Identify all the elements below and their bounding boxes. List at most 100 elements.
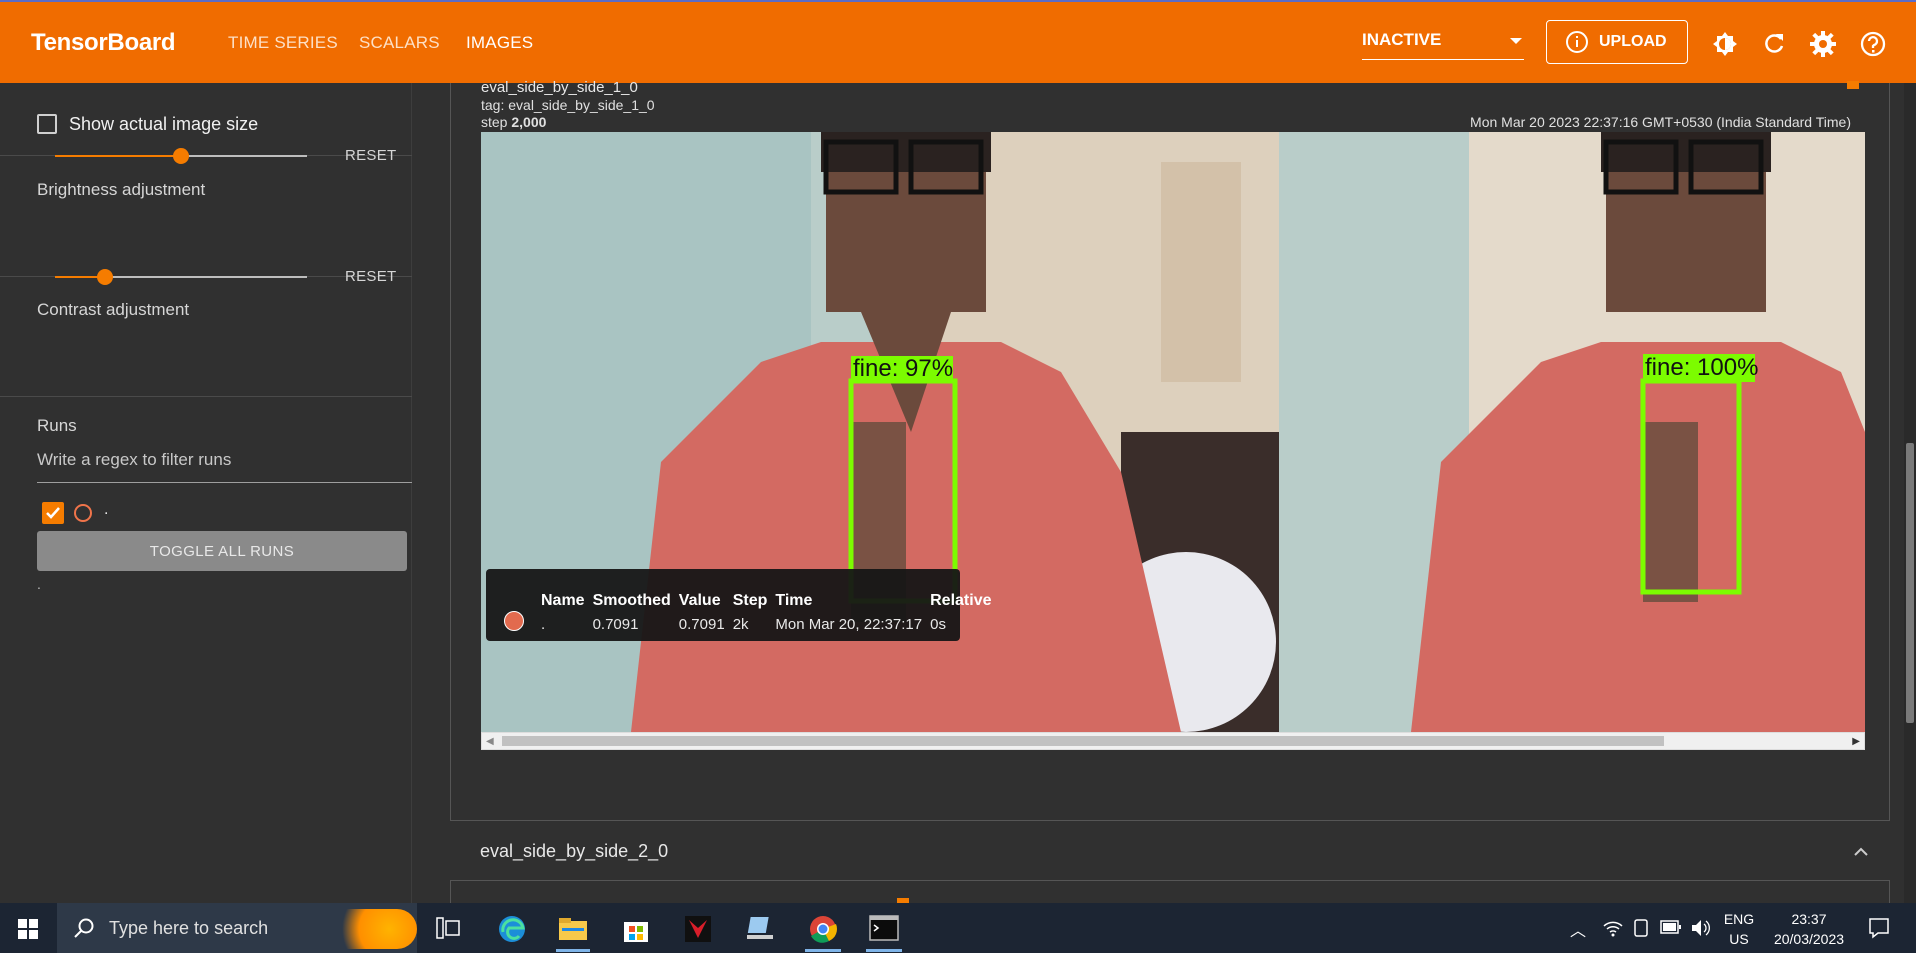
data-location-select[interactable]: INACTIVE	[1362, 30, 1524, 60]
tab-time-series[interactable]: TIME SERIES	[228, 33, 338, 53]
eval-image-graphic	[481, 132, 1865, 732]
runs-footer: .	[37, 576, 41, 592]
tooltip-col-value: Value	[678, 592, 721, 609]
tooltip-col-step: Step	[732, 592, 768, 609]
tooltip-run-swatch	[504, 611, 524, 631]
settings-gear-icon[interactable]	[1808, 29, 1838, 59]
tooltip-col-time: Time	[775, 592, 813, 609]
main-content: eval_side_by_side_1_0 tag: eval_side_by_…	[412, 79, 1904, 904]
brightness-slider-fill	[55, 155, 181, 157]
search-highlight-icon	[325, 909, 417, 949]
horizontal-scrollbar[interactable]: ◀ ▶	[481, 732, 1865, 750]
sidebar: Show actual image size Brightness adjust…	[0, 83, 412, 903]
toggle-all-runs-button[interactable]: TOGGLE ALL RUNS	[37, 531, 407, 571]
contrast-reset-button[interactable]: RESET	[345, 268, 397, 285]
chrome-active-indicator	[805, 949, 841, 952]
run-checkbox[interactable]	[42, 502, 64, 524]
theme-toggle-icon[interactable]	[1710, 29, 1740, 59]
chevron-up-icon[interactable]	[1852, 843, 1870, 861]
vertical-scrollbar[interactable]	[1904, 83, 1916, 903]
show-actual-size-label: Show actual image size	[69, 114, 259, 134]
explorer-active-indicator	[556, 949, 590, 952]
upload-button[interactable]: UPLOAD	[1546, 20, 1688, 64]
predator-sense-icon[interactable]	[683, 914, 713, 944]
clock-time: 23:37	[1791, 911, 1827, 927]
card-tag: tag: eval_side_by_side_1_0	[481, 97, 655, 113]
windows-start-icon[interactable]	[18, 919, 38, 939]
windows-taskbar: Type here to search ︿ ENG US 23:37 20/03…	[0, 903, 1916, 953]
search-icon	[74, 918, 94, 938]
battery-icon[interactable]	[1660, 920, 1682, 934]
next-card-edge	[450, 880, 1890, 904]
info-icon	[1566, 31, 1588, 53]
tooltip-cell-smoothed: 0.7091	[592, 616, 639, 633]
chrome-icon[interactable]	[808, 914, 838, 944]
run-name: .	[104, 501, 109, 518]
scroll-left-arrow-icon[interactable]: ◀	[486, 736, 494, 747]
language-code: ENG	[1723, 911, 1755, 927]
meet-now-icon[interactable]	[1633, 918, 1649, 938]
taskbar-search-box[interactable]: Type here to search	[57, 903, 417, 953]
scroll-right-arrow-icon[interactable]: ▶	[1852, 736, 1860, 747]
app-title: TensorBoard	[31, 29, 176, 56]
volume-icon[interactable]	[1690, 918, 1712, 938]
show-actual-size-checkbox[interactable]	[37, 114, 57, 134]
run-color-swatch[interactable]	[74, 504, 92, 522]
dropdown-caret-icon	[1510, 38, 1522, 44]
tooltip-cell-relative: 0s	[930, 616, 946, 633]
data-location-value: INACTIVE	[1362, 30, 1442, 49]
hover-tooltip: Name Smoothed Value Step Time Relative .…	[486, 569, 992, 641]
runs-title: Runs	[37, 416, 77, 435]
step-prefix: step	[481, 114, 508, 130]
contrast-label: Contrast adjustment	[37, 300, 190, 319]
tooltip-cell-value: 0.7091	[678, 616, 725, 633]
eval-image: fine: 97% fine: 100% Name Smoothed Value…	[481, 132, 1865, 732]
step-value: 2,000	[511, 114, 547, 130]
terminal-active-indicator	[866, 949, 902, 952]
ms-store-icon[interactable]	[622, 915, 650, 943]
brightness-slider-knob[interactable]	[173, 148, 189, 164]
top-app-bar: TensorBoard TIME SERIES SCALARS IMAGES I…	[0, 0, 1916, 83]
language-indicator[interactable]: ENG US	[1722, 909, 1756, 949]
run-color-indicator	[1847, 81, 1859, 89]
brightness-label: Brightness adjustment	[37, 180, 206, 199]
tooltip-cell-time: Mon Mar 20, 22:37:17	[775, 616, 923, 633]
help-icon[interactable]	[1858, 29, 1888, 59]
checkmark-icon	[46, 507, 60, 519]
search-placeholder: Type here to search	[109, 918, 269, 938]
contrast-slider[interactable]	[55, 269, 307, 285]
brightness-slider[interactable]	[55, 148, 307, 164]
tooltip-header-row: Name Smoothed Value Step Time Relative	[541, 592, 1000, 610]
task-view-icon[interactable]	[436, 917, 460, 939]
runs-filter-placeholder: Write a regex to filter runs	[37, 450, 232, 469]
collapsed-card-header[interactable]: eval_side_by_side_2_0	[450, 821, 1890, 883]
wifi-icon[interactable]	[1603, 919, 1623, 937]
terminal-icon[interactable]	[869, 915, 899, 941]
app-window: TensorBoard TIME SERIES SCALARS IMAGES I…	[0, 0, 1916, 953]
tooltip-cell-name: .	[541, 616, 546, 633]
remote-app-icon[interactable]	[745, 915, 775, 943]
vertical-scrollbar-thumb[interactable]	[1906, 443, 1914, 723]
collapsed-card-title: eval_side_by_side_2_0	[480, 841, 669, 861]
notification-icon[interactable]	[1868, 917, 1890, 939]
runs-filter-input[interactable]: Write a regex to filter runs	[37, 441, 412, 483]
contrast-slider-knob[interactable]	[97, 269, 114, 285]
brightness-section: Brightness adjustment RESET	[0, 147, 412, 277]
upload-label: UPLOAD	[1599, 33, 1667, 50]
tray-overflow-chevron-icon[interactable]: ︿	[1570, 917, 1586, 941]
file-explorer-icon[interactable]	[558, 915, 588, 941]
reload-icon[interactable]	[1759, 29, 1789, 59]
tab-images[interactable]: IMAGES	[466, 33, 533, 53]
tab-scalars[interactable]: SCALARS	[359, 33, 440, 53]
brightness-reset-button[interactable]: RESET	[345, 147, 397, 164]
horizontal-scrollbar-thumb[interactable]	[502, 736, 1664, 746]
tooltip-cell-step: 2k	[732, 616, 749, 633]
card-timestamp: Mon Mar 20 2023 22:37:16 GMT+0530 (India…	[1470, 114, 1851, 130]
card-step: step 2,000	[481, 114, 546, 130]
image-card: eval_side_by_side_1_0 tag: eval_side_by_…	[450, 79, 1890, 821]
image-size-section: Show actual image size	[0, 83, 412, 156]
keyboard-region: US	[1729, 931, 1749, 947]
taskbar-clock[interactable]: 23:37 20/03/2023	[1766, 909, 1852, 949]
tooltip-col-name: Name	[541, 592, 585, 609]
edge-browser-icon[interactable]	[497, 914, 527, 944]
